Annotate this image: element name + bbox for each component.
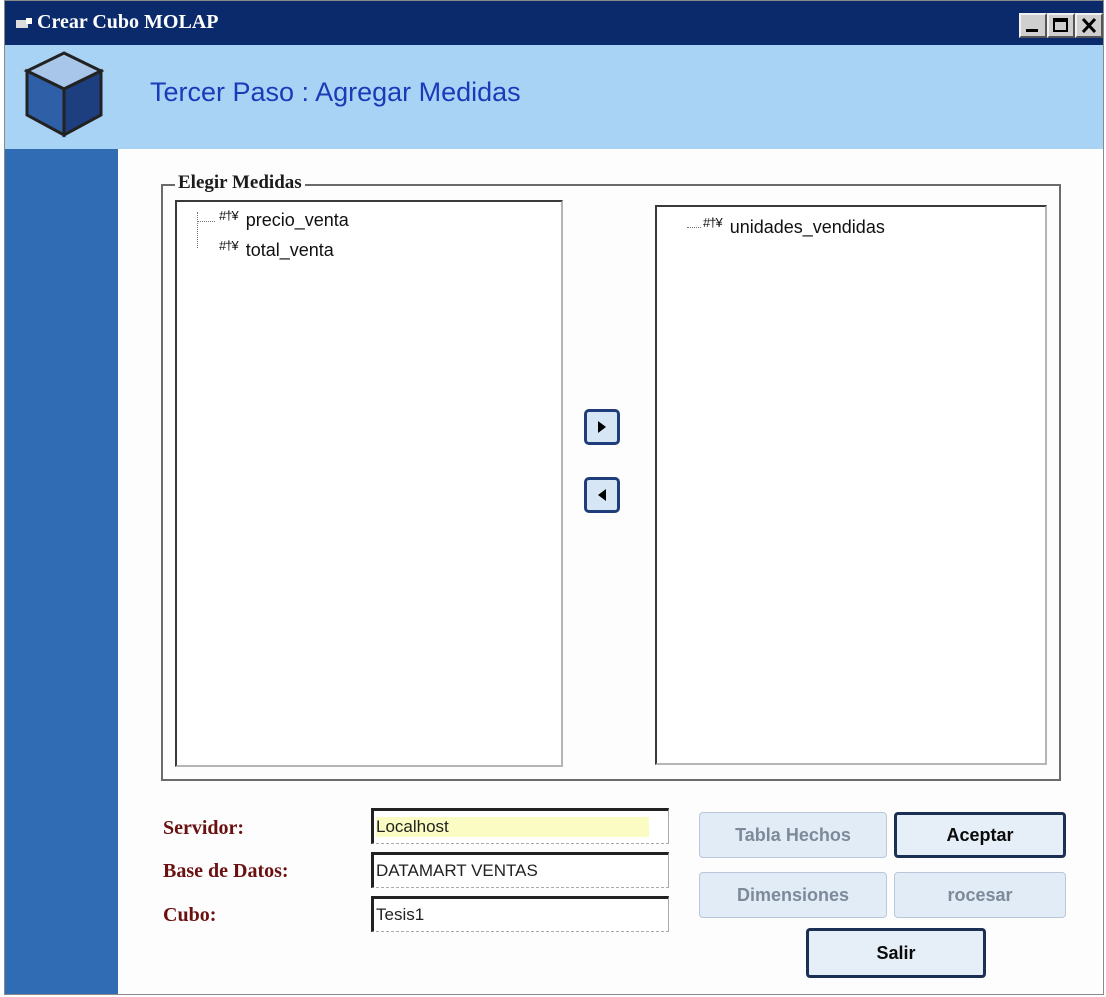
tree-item-total-venta[interactable]: #†¥ total_venta <box>219 238 334 261</box>
wizard-header: Tercer Paso : Agregar Medidas <box>5 45 1103 149</box>
window-title: Crear Cubo MOLAP <box>37 11 219 33</box>
cubo-value: Tesis1 <box>376 905 425 924</box>
servidor-field[interactable]: Localhost <box>371 808 669 844</box>
crear-cubo-window: Crear Cubo MOLAP Tercer Paso : Agregar M… <box>4 0 1104 995</box>
measure-icon: #†¥ <box>219 208 239 223</box>
close-button[interactable] <box>1075 13 1103 38</box>
maximize-icon <box>1053 18 1068 32</box>
tree-item-label: unidades_vendidas <box>729 217 885 237</box>
minimize-icon <box>1026 29 1038 32</box>
tree-connector <box>687 227 701 228</box>
minimize-button[interactable] <box>1019 13 1047 38</box>
tree-item-precio-venta[interactable]: #†¥ precio_venta <box>219 208 349 231</box>
measure-icon: #†¥ <box>219 238 239 253</box>
app-icon <box>16 18 32 28</box>
aceptar-button[interactable]: Aceptar <box>894 812 1066 858</box>
selected-measures-tree[interactable]: #†¥ unidades_vendidas <box>655 205 1047 765</box>
measure-icon: #†¥ <box>703 215 723 230</box>
cubo-label: Cubo: <box>163 904 217 926</box>
cube-icon <box>23 51 105 138</box>
servidor-label: Servidor: <box>163 817 245 839</box>
tree-connector <box>197 212 198 248</box>
available-measures-tree[interactable]: #†¥ precio_venta #†¥ total_venta <box>175 200 563 767</box>
tabla-hechos-button[interactable]: Tabla Hechos <box>699 812 887 858</box>
add-measure-button[interactable] <box>584 409 620 445</box>
servidor-value: Localhost <box>376 817 649 837</box>
groupbox-label: Elegir Medidas <box>175 172 305 194</box>
salir-button[interactable]: Salir <box>806 928 986 978</box>
base-datos-value: DATAMART VENTAS <box>376 861 538 880</box>
step-heading: Tercer Paso : Agregar Medidas <box>150 77 521 107</box>
close-icon <box>1081 17 1097 34</box>
remove-measure-button[interactable] <box>584 477 620 513</box>
base-datos-label: Base de Datos: <box>163 860 289 882</box>
tree-item-label: total_venta <box>245 240 334 260</box>
tree-item-label: precio_venta <box>245 210 349 230</box>
base-datos-field[interactable]: DATAMART VENTAS <box>371 852 669 888</box>
arrow-right-icon <box>598 421 606 433</box>
title-bar[interactable]: Crear Cubo MOLAP <box>5 1 1103 45</box>
tree-item-unidades-vendidas[interactable]: #†¥ unidades_vendidas <box>703 215 885 238</box>
tree-connector <box>197 221 215 222</box>
arrow-left-icon <box>598 489 606 501</box>
maximize-button[interactable] <box>1047 13 1075 38</box>
sidebar-panel <box>5 149 118 994</box>
cubo-field[interactable]: Tesis1 <box>371 896 669 932</box>
procesar-button[interactable]: rocesar <box>894 872 1066 918</box>
dimensiones-button[interactable]: Dimensiones <box>699 872 887 918</box>
